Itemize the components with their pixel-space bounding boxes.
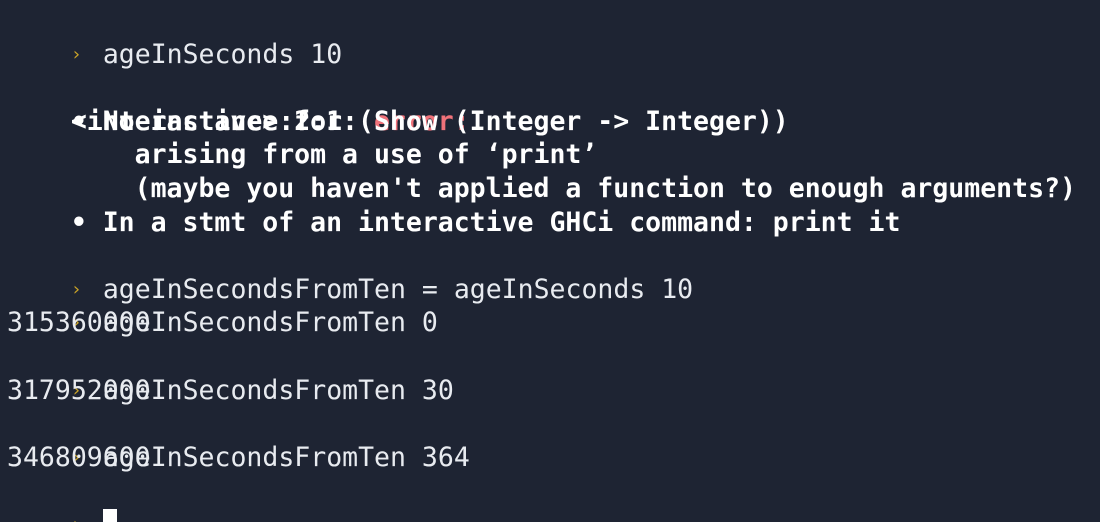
command-text: ageInSecondsFromTen 30 <box>102 374 454 406</box>
error-detail: arising from a use of ‘print’ <box>7 139 598 171</box>
command-text: ageInSeconds 10 <box>102 38 343 70</box>
prompt-arrow-icon: › <box>71 508 103 522</box>
command-text: ageInSecondsFromTen = ageInSeconds 10 <box>102 273 694 305</box>
error-detail: (maybe you haven't applied a function to… <box>7 172 1076 204</box>
command-text: ageInSecondsFromTen 0 <box>102 307 438 339</box>
terminal-window[interactable]: › ageInSeconds 10 <interactive>:2:1: erro… <box>0 0 1100 522</box>
prompt-arrow-icon: › <box>70 278 82 300</box>
error-detail: • No instance for (Show (Integer -> Inte… <box>7 105 789 137</box>
prompt-line: › ageInSecondsFromTen 30 <box>7 340 1100 406</box>
text-cursor[interactable] <box>102 508 117 522</box>
active-prompt-line[interactable]: › <box>7 474 1100 522</box>
error-header: <interactive>:2:1: error: <box>7 71 1100 137</box>
prompt-line: › ageInSecondsFromTen 364 <box>7 407 1100 473</box>
prompt-arrow-icon: › <box>70 43 82 65</box>
error-detail: • In a stmt of an interactive GHCi comma… <box>7 206 901 238</box>
prompt-line: › ageInSeconds 10 <box>7 4 1100 70</box>
command-text: ageInSecondsFromTen 364 <box>102 441 470 473</box>
prompt-line: › ageInSecondsFromTen = ageInSeconds 10 <box>7 239 1100 305</box>
